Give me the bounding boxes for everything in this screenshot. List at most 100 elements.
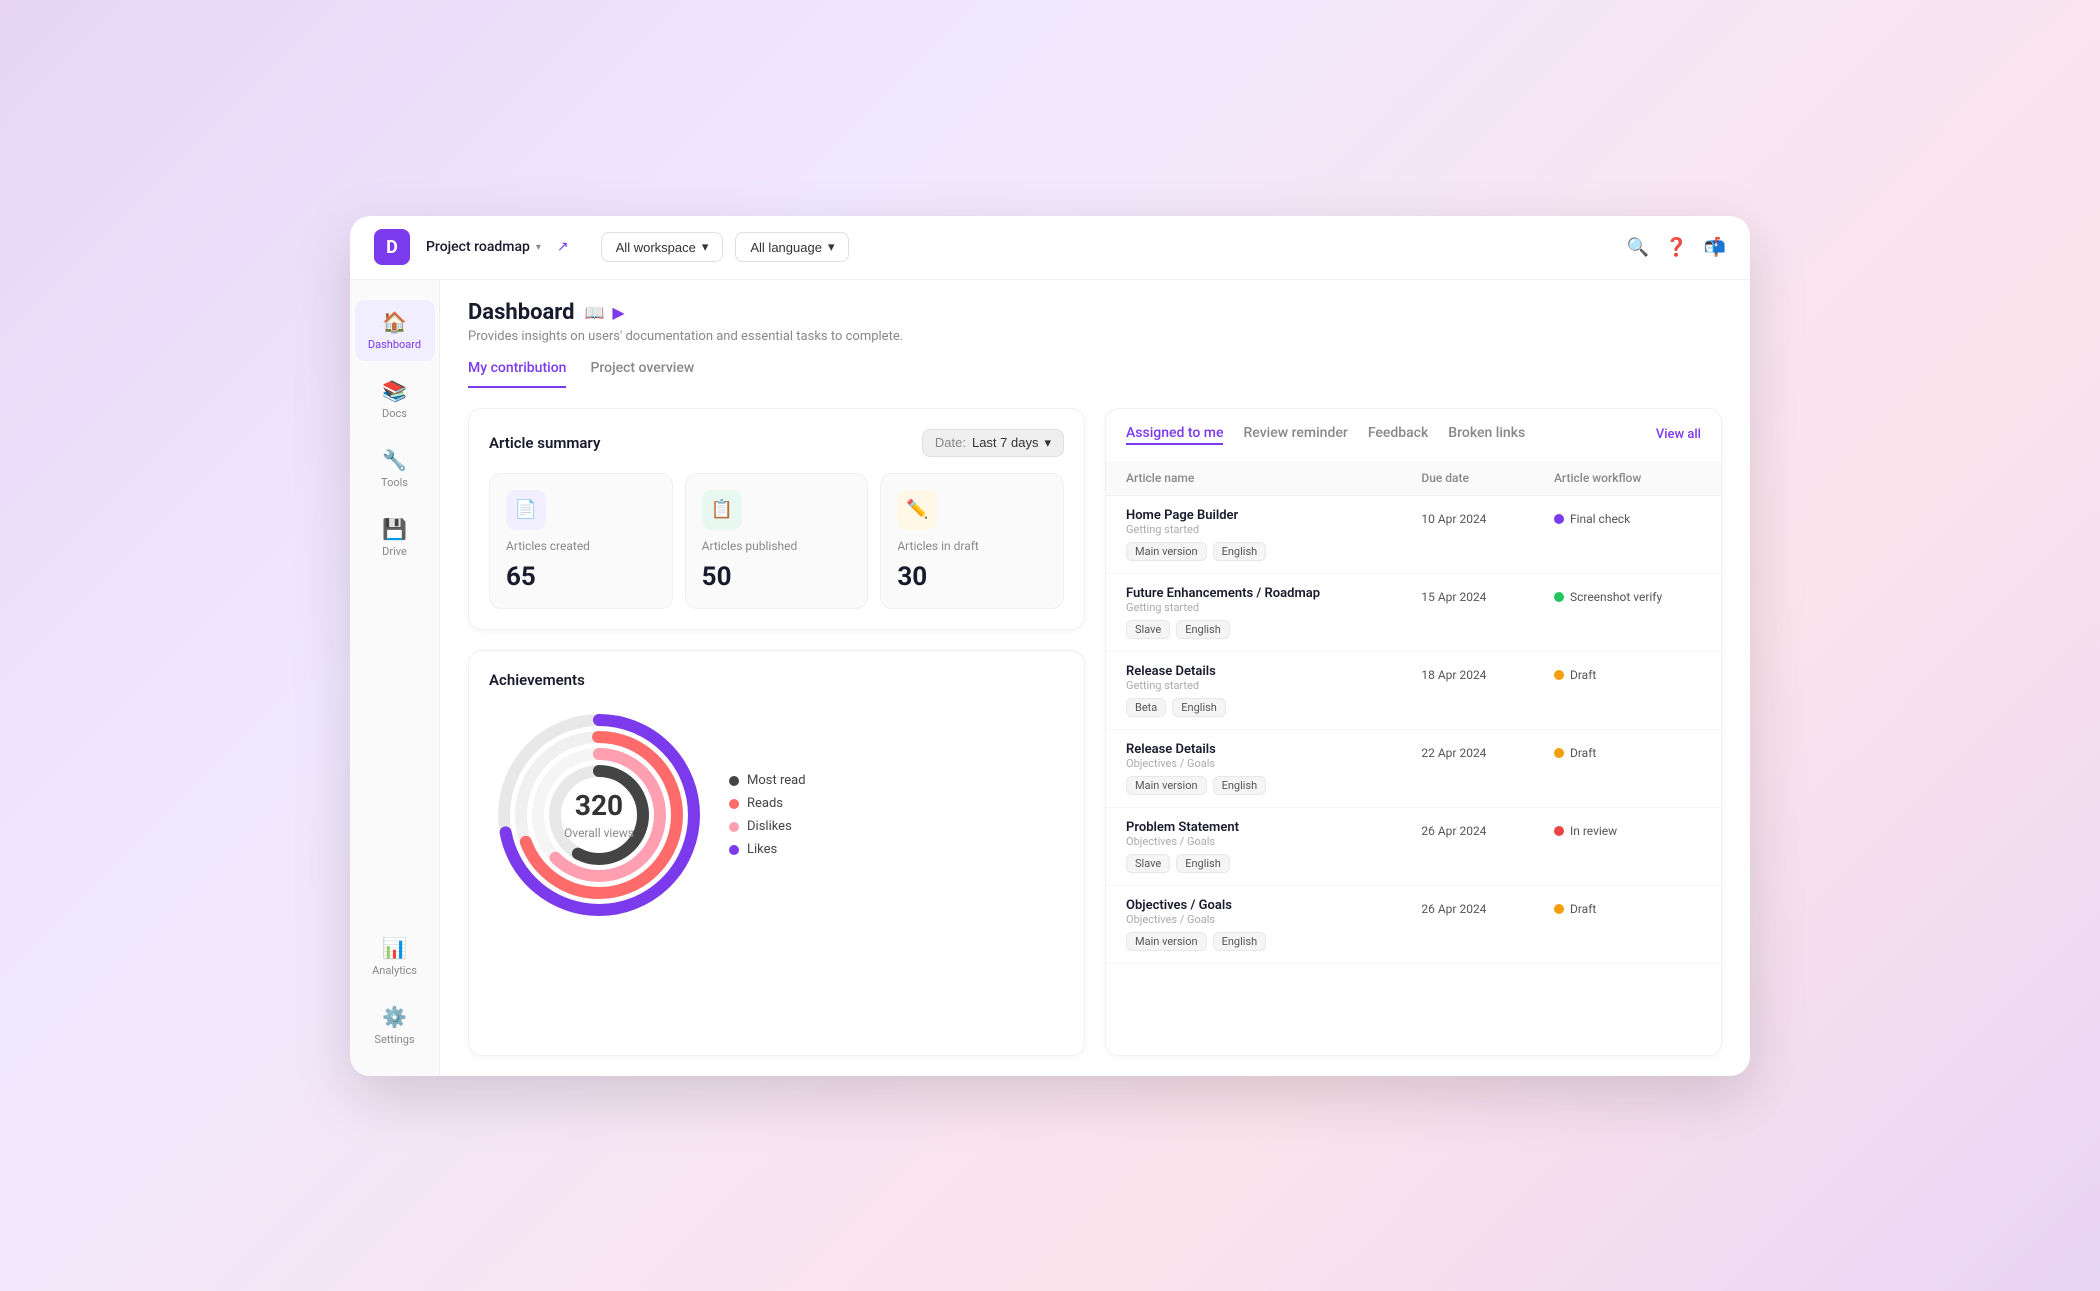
page-title: Dashboard (468, 300, 575, 325)
most-read-dot (729, 776, 739, 786)
external-link-icon[interactable]: ↗ (557, 239, 569, 255)
tab-assigned[interactable]: Assigned to me (1126, 425, 1223, 445)
due-date-cell-4: 26 Apr 2024 (1401, 807, 1534, 885)
created-icon: 📄 (506, 490, 546, 530)
created-value: 65 (506, 562, 656, 592)
app-window: D Project roadmap ▾ ↗ All workspace ▾ Al… (350, 216, 1750, 1076)
tag: Main version (1126, 776, 1207, 795)
article-summary-card: Article summary Date: Last 7 days ▾ 📄 Ar… (468, 408, 1085, 631)
nav-right: 🔍 ❓ 📬 (1627, 237, 1726, 258)
project-selector[interactable]: Project roadmap ▾ (426, 239, 541, 255)
search-icon[interactable]: 🔍 (1627, 237, 1649, 258)
donut-chart: 320 Overall views (489, 705, 709, 925)
play-icon[interactable]: ▶ (612, 303, 624, 322)
help-icon[interactable]: ❓ (1665, 237, 1687, 258)
date-filter-label: Date: (935, 435, 966, 450)
due-date-1: 15 Apr 2024 (1421, 586, 1486, 604)
likes-dot (729, 845, 739, 855)
tab-feedback[interactable]: Feedback (1368, 425, 1428, 445)
language-filter[interactable]: All language ▾ (735, 232, 849, 262)
tag: Slave (1126, 620, 1170, 639)
sidebar-item-dashboard[interactable]: 🏠 Dashboard (355, 300, 435, 361)
workflow-cell-2: Draft (1534, 651, 1721, 729)
workflow-text-5: Draft (1570, 902, 1596, 916)
reads-dot (729, 799, 739, 809)
due-date-2: 18 Apr 2024 (1421, 664, 1486, 682)
view-all-button[interactable]: View all (1656, 427, 1701, 442)
draft-value: 30 (897, 562, 1047, 592)
page-title-icons: 📖 ▶ (585, 303, 625, 322)
workflow-2: Draft (1554, 664, 1701, 682)
sidebar: 🏠 Dashboard 📚 Docs 🔧 Tools 💾 Drive 📊 Ana… (350, 280, 440, 1076)
top-nav: D Project roadmap ▾ ↗ All workspace ▾ Al… (350, 216, 1750, 280)
sidebar-label-analytics: Analytics (372, 964, 417, 977)
table-row: Future Enhancements / Roadmap Getting st… (1106, 573, 1721, 651)
sidebar-item-drive[interactable]: 💾 Drive (355, 507, 435, 568)
reads-label: Reads (747, 796, 783, 811)
tab-my-contribution[interactable]: My contribution (468, 360, 566, 388)
due-date-cell-3: 22 Apr 2024 (1401, 729, 1534, 807)
article-summary-header: Article summary Date: Last 7 days ▾ (489, 429, 1064, 457)
article-name-3[interactable]: Release Details (1126, 742, 1381, 757)
due-date-cell-0: 10 Apr 2024 (1401, 495, 1534, 573)
sidebar-item-settings[interactable]: ⚙️ Settings (355, 995, 435, 1056)
workflow-dot-1 (1554, 592, 1564, 602)
tag-row-2: BetaEnglish (1126, 698, 1381, 717)
article-name-cell-4: Problem Statement Objectives / Goals Sla… (1106, 807, 1401, 885)
article-name-5[interactable]: Objectives / Goals (1126, 898, 1381, 913)
workflow-cell-0: Final check (1534, 495, 1721, 573)
tag-row-0: Main versionEnglish (1126, 542, 1381, 561)
legend-most-read: Most read (729, 773, 806, 788)
book-icon[interactable]: 📖 (585, 303, 605, 322)
notifications-icon[interactable]: 📬 (1704, 237, 1726, 258)
article-name-0[interactable]: Home Page Builder (1126, 508, 1381, 523)
article-name-cell-2: Release Details Getting started BetaEngl… (1106, 651, 1401, 729)
workflow-4: In review (1554, 820, 1701, 838)
article-name-1[interactable]: Future Enhancements / Roadmap (1126, 586, 1381, 601)
draft-icon: ✏️ (897, 490, 937, 530)
table-row: Objectives / Goals Objectives / Goals Ma… (1106, 885, 1721, 963)
table-row: Problem Statement Objectives / Goals Sla… (1106, 807, 1721, 885)
chart-legend: Most read Reads Dislikes (729, 773, 806, 857)
sidebar-label-drive: Drive (382, 545, 407, 558)
tab-broken[interactable]: Broken links (1448, 425, 1525, 445)
content: Dashboard 📖 ▶ Provides insights on users… (440, 280, 1750, 1076)
tag: Beta (1126, 698, 1166, 717)
article-name-2[interactable]: Release Details (1126, 664, 1381, 679)
legend-likes: Likes (729, 842, 806, 857)
workflow-cell-3: Draft (1534, 729, 1721, 807)
page-header: Dashboard 📖 ▶ Provides insights on users… (440, 280, 1750, 388)
date-filter-chevron-icon: ▾ (1044, 435, 1051, 451)
table-row: Home Page Builder Getting started Main v… (1106, 495, 1721, 573)
workflow-cell-4: In review (1534, 807, 1721, 885)
tab-project-overview[interactable]: Project overview (590, 360, 694, 388)
achievements-title: Achievements (489, 671, 585, 689)
published-value: 50 (702, 562, 852, 592)
stat-card-draft: ✏️ Articles in draft 30 (880, 473, 1064, 610)
date-filter-button[interactable]: Date: Last 7 days ▾ (922, 429, 1064, 457)
sidebar-item-docs[interactable]: 📚 Docs (355, 369, 435, 430)
col-article-name: Article name (1106, 461, 1401, 496)
workspace-filter[interactable]: All workspace ▾ (601, 232, 724, 262)
sidebar-item-tools[interactable]: 🔧 Tools (355, 438, 435, 499)
tab-review[interactable]: Review reminder (1243, 425, 1347, 445)
sidebar-item-analytics[interactable]: 📊 Analytics (355, 926, 435, 987)
published-icon: 📋 (702, 490, 742, 530)
article-cat-5: Objectives / Goals (1126, 913, 1381, 926)
tag-row-5: Main versionEnglish (1126, 932, 1381, 951)
due-date-cell-2: 18 Apr 2024 (1401, 651, 1534, 729)
tag-row-1: SlaveEnglish (1126, 620, 1381, 639)
col-due-date: Due date (1401, 461, 1534, 496)
logo: D (374, 229, 410, 265)
article-name-4[interactable]: Problem Statement (1126, 820, 1381, 835)
articles-tabs: Assigned to me Review reminder Feedback … (1126, 425, 1656, 445)
article-cat-1: Getting started (1126, 601, 1381, 614)
achievements-inner: 320 Overall views Most read (489, 705, 1064, 925)
workflow-1: Screenshot verify (1554, 586, 1701, 604)
sidebar-label-settings: Settings (374, 1033, 414, 1046)
stat-card-published: 📋 Articles published 50 (685, 473, 869, 610)
left-panel: Article summary Date: Last 7 days ▾ 📄 Ar… (468, 408, 1085, 1056)
tag-row-3: Main versionEnglish (1126, 776, 1381, 795)
articles-table: Article name Due date Article workflow H… (1106, 461, 1721, 964)
donut-center: 320 Overall views (564, 789, 634, 841)
